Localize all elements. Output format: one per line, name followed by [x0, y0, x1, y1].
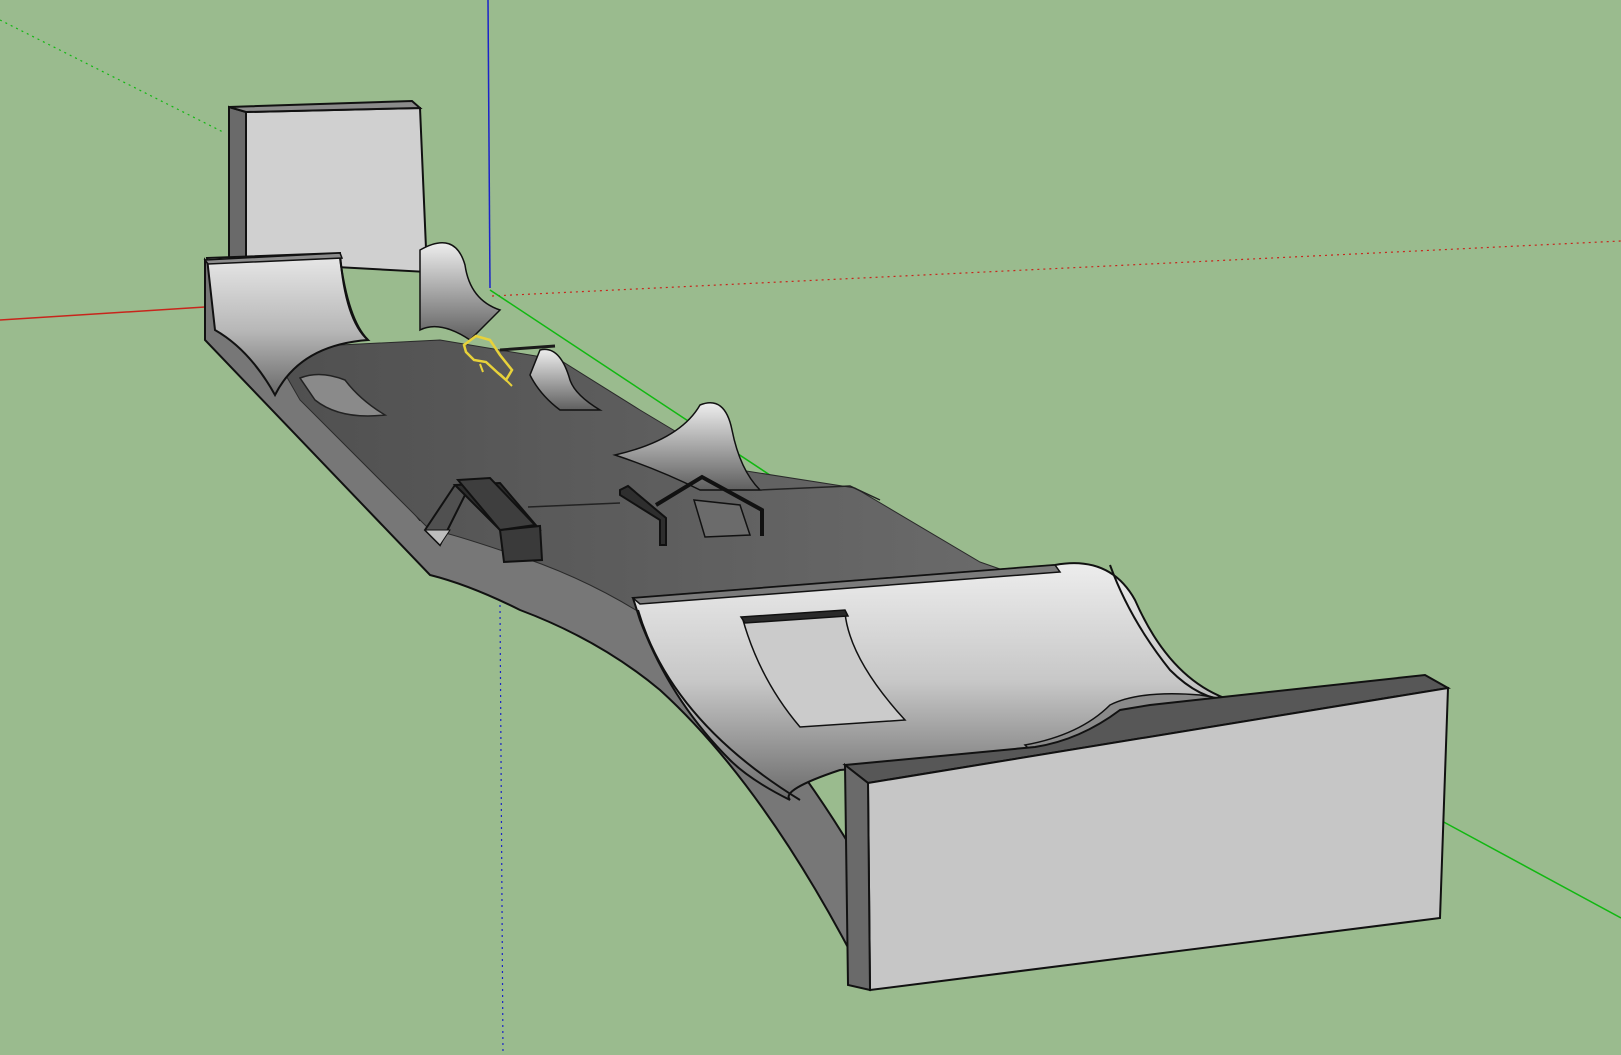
model-scene[interactable]: [0, 0, 1621, 1055]
back-wall-side: [228, 105, 247, 264]
back-wall-front: [245, 106, 429, 274]
funbox-block-front: [498, 524, 544, 564]
back-wall-block[interactable]: [228, 99, 429, 274]
3d-viewport[interactable]: [0, 0, 1621, 1055]
qp-back-hump: [419, 242, 502, 341]
red-axis-dotted: [491, 240, 1621, 297]
blue-axis-solid: [487, 0, 491, 289]
green-axis-dotted: [0, 19, 226, 134]
green-axis-solid-far: [1439, 819, 1621, 919]
blue-axis-dotted: [499, 604, 504, 1055]
red-axis-solid: [0, 306, 206, 321]
end-wall-side: [843, 762, 872, 992]
